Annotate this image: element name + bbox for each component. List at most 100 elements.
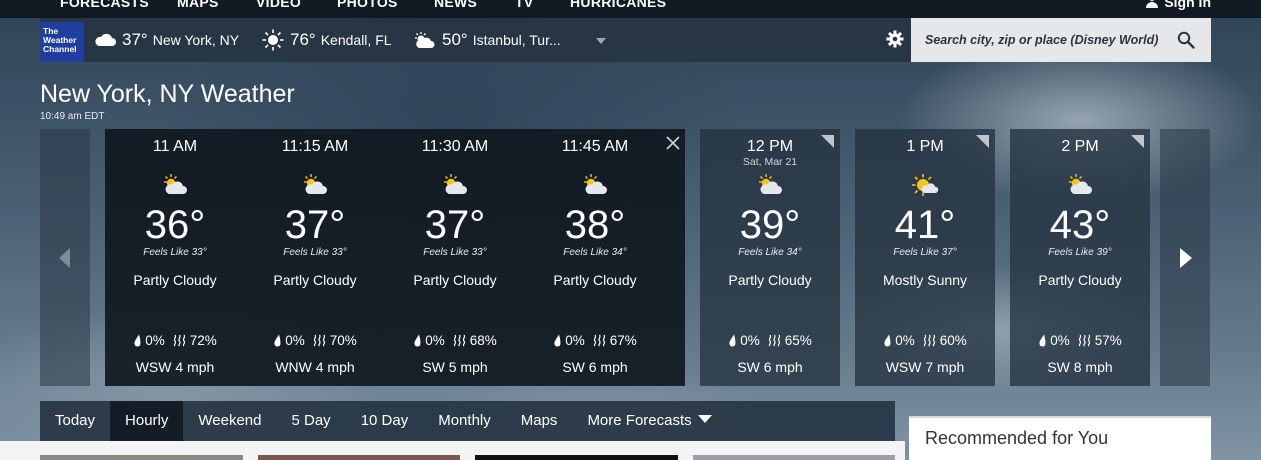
condition: Partly Cloudy bbox=[728, 272, 812, 288]
nav-news[interactable]: NEWS bbox=[434, 0, 477, 10]
location-name: Istanbul, Tur... bbox=[472, 32, 561, 48]
timestamp: 10:49 am EDT bbox=[40, 111, 105, 122]
recent-location-istanbul[interactable]: 50° Istanbul, Tur... bbox=[412, 18, 561, 62]
search-input[interactable] bbox=[911, 18, 1171, 62]
locations-dropdown-icon[interactable] bbox=[596, 38, 606, 44]
recommended-heading: Recommended for You bbox=[925, 428, 1109, 448]
hour-temp: 36° bbox=[144, 203, 206, 247]
humidity-icon bbox=[1078, 334, 1090, 347]
nav-forecasts[interactable]: FORECASTS bbox=[60, 0, 149, 10]
hour-date: Sat, Mar 21 bbox=[742, 156, 798, 168]
hourly-card[interactable]: 11:45 AM 38° Feels Like 34° Partly Cloudy 0%… bbox=[525, 129, 665, 386]
tab-5-day[interactable]: 5 Day bbox=[277, 401, 346, 441]
location-temp: 76° bbox=[290, 30, 316, 49]
precip-chance: 0% bbox=[133, 333, 165, 348]
precip-chance: 0% bbox=[728, 333, 760, 348]
precip-drop-icon bbox=[134, 334, 141, 347]
arrow-left-icon[interactable] bbox=[59, 248, 70, 268]
humidity-value: 72% bbox=[189, 333, 217, 348]
more-forecasts-label: More Forecasts bbox=[587, 412, 692, 429]
recent-location-kendall[interactable]: 76° Kendall, FL bbox=[262, 18, 392, 62]
precip-value: 0% bbox=[895, 333, 915, 348]
search-icon[interactable] bbox=[1177, 31, 1195, 49]
tab-maps[interactable]: Maps bbox=[506, 401, 573, 441]
partly-cloudy-icon bbox=[415, 32, 435, 48]
tab-weekend[interactable]: Weekend bbox=[183, 401, 276, 441]
partly-cloudy-icon bbox=[441, 173, 469, 200]
precip-value: 0% bbox=[425, 333, 445, 348]
partly-cloudy-icon bbox=[161, 173, 189, 200]
hourly-card[interactable]: 1 PM 41° Feels Like 37° Mostly Sunny 0% 60% WS… bbox=[855, 129, 995, 386]
tab-hourly[interactable]: Hourly bbox=[110, 401, 184, 441]
feels-like: Feels Like 33° bbox=[143, 247, 207, 258]
weather-channel-logo[interactable]: The Weather Channel bbox=[40, 22, 84, 62]
video-thumbnail[interactable] bbox=[693, 455, 895, 460]
humidity: 65% bbox=[768, 333, 812, 348]
precip-value: 0% bbox=[740, 333, 760, 348]
hour-temp: 41° bbox=[894, 203, 956, 247]
recent-location-new-york[interactable]: 37° New York, NY bbox=[94, 18, 239, 62]
video-thumbnail[interactable] bbox=[258, 455, 460, 460]
humidity: 67% bbox=[593, 333, 637, 348]
feels-like: Feels Like 34° bbox=[738, 247, 802, 258]
precip-drop-icon bbox=[274, 334, 281, 347]
precip-chance: 0% bbox=[1038, 333, 1070, 348]
hourly-card[interactable]: 12 PM Sat, Mar 21 39° Feels Like 34° Partly … bbox=[700, 129, 840, 386]
humidity-icon bbox=[923, 334, 935, 347]
sign-in-label: Sign In bbox=[1164, 0, 1211, 10]
hour-time: 1 PM bbox=[906, 138, 944, 155]
hour-stats: 0% 67% bbox=[525, 333, 665, 348]
hour-stats: 0% 70% bbox=[245, 333, 385, 348]
humidity-icon bbox=[768, 334, 780, 347]
condition: Partly Cloudy bbox=[1038, 272, 1122, 288]
precip-value: 0% bbox=[1050, 333, 1070, 348]
hour-time: 2 PM bbox=[1061, 138, 1099, 155]
precip-drop-icon bbox=[884, 334, 891, 347]
tab-monthly[interactable]: Monthly bbox=[423, 401, 506, 441]
humidity: 60% bbox=[923, 333, 967, 348]
precip-chance: 0% bbox=[553, 333, 585, 348]
video-thumbnail[interactable] bbox=[40, 455, 243, 460]
caret-down-icon bbox=[697, 415, 712, 423]
location-name: Kendall, FL bbox=[320, 32, 392, 48]
humidity: 57% bbox=[1078, 333, 1122, 348]
feels-like: Feels Like 39° bbox=[1048, 247, 1112, 258]
nav-tv[interactable]: TV bbox=[515, 0, 534, 10]
wind: SW 5 mph bbox=[422, 359, 488, 375]
precip-chance: 0% bbox=[413, 333, 445, 348]
hour-temp: 37° bbox=[284, 203, 346, 247]
hourly-card[interactable]: 11:15 AM 37° Feels Like 33° Partly Cloudy 0%… bbox=[245, 129, 385, 386]
wind: SW 6 mph bbox=[562, 359, 628, 375]
humidity-icon bbox=[453, 334, 465, 347]
humidity: 68% bbox=[453, 333, 497, 348]
hourly-card[interactable]: 11:30 AM 37° Feels Like 33° Partly Cloudy 0%… bbox=[385, 129, 525, 386]
wind: SW 6 mph bbox=[737, 359, 803, 375]
close-icon[interactable] bbox=[665, 135, 681, 151]
gear-icon[interactable] bbox=[886, 30, 904, 48]
nav-maps[interactable]: MAPS bbox=[177, 0, 219, 10]
logo-line-3: Channel bbox=[43, 44, 77, 54]
humidity: 72% bbox=[173, 333, 217, 348]
hour-time: 11:30 AM bbox=[421, 138, 489, 155]
feels-like: Feels Like 33° bbox=[423, 247, 487, 258]
hour-temp: 37° bbox=[424, 203, 486, 247]
arrow-right-icon[interactable] bbox=[1180, 248, 1192, 268]
tab-today[interactable]: Today bbox=[40, 401, 110, 441]
top-nav: FORECASTS MAPS VIDEO PHOTOS NEWS TV HURR… bbox=[0, 0, 1261, 18]
video-thumbnail[interactable] bbox=[475, 455, 678, 460]
hour-time: 11:45 AM bbox=[561, 138, 629, 155]
nav-photos[interactable]: PHOTOS bbox=[337, 0, 398, 10]
sign-in-link[interactable]: Sign In bbox=[1146, 0, 1211, 10]
tab-more-forecasts[interactable]: More Forecasts bbox=[572, 401, 726, 441]
tab-10-day[interactable]: 10 Day bbox=[346, 401, 424, 441]
hourly-card[interactable]: 11 AM 36° Feels Like 33° Partly Cloudy 0% 72%… bbox=[105, 129, 245, 386]
feels-like: Feels Like 33° bbox=[283, 247, 347, 258]
sunny-icon bbox=[262, 29, 284, 51]
nav-video[interactable]: VIDEO bbox=[256, 0, 301, 10]
partly-cloudy-icon bbox=[301, 173, 329, 200]
nav-hurricanes[interactable]: HURRICANES bbox=[570, 0, 666, 10]
search-box bbox=[911, 18, 1211, 62]
hourly-card[interactable]: 2 PM 43° Feels Like 39° Partly Cloudy 0% 57% S… bbox=[1010, 129, 1150, 386]
wind: WSW 7 mph bbox=[885, 359, 965, 375]
partly-cloudy-icon bbox=[581, 173, 609, 200]
